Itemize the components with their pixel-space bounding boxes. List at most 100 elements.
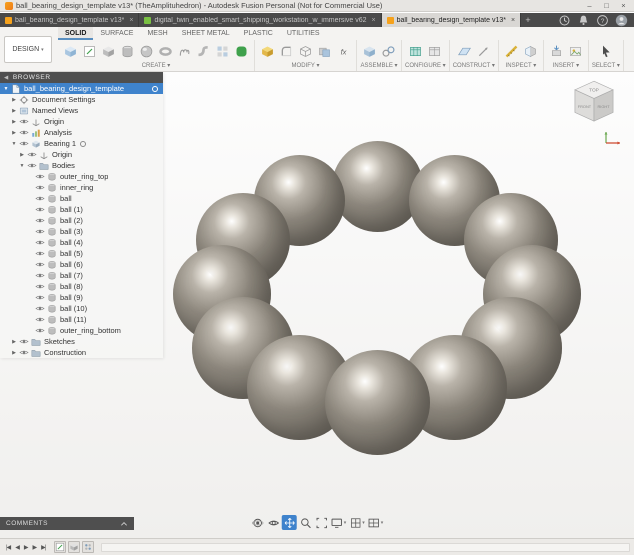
visibility-eye-icon[interactable] (18, 118, 30, 125)
design-dropdown[interactable]: DESIGN ▾ (4, 36, 52, 63)
bearing-ball[interactable] (332, 141, 423, 232)
tree-item-document-settings[interactable]: ▶Document Settings (0, 94, 163, 105)
tree-item-ball-1[interactable]: ball (1) (0, 204, 163, 215)
forms-icon[interactable] (232, 41, 251, 62)
tree-item-analysis[interactable]: ▶Analysis (0, 127, 163, 138)
document-tab[interactable]: ball_bearing_design_template v13*× (382, 13, 521, 27)
step-forward-icon[interactable]: ▶ (30, 541, 38, 554)
close-button[interactable]: × (615, 0, 632, 11)
visibility-eye-icon[interactable] (34, 184, 46, 191)
document-tab[interactable]: digital_twin_enabled_smart_shipping_work… (139, 13, 381, 27)
ribbon-tab-sheet-metal[interactable]: SHEET METAL (175, 27, 237, 40)
expander-icon[interactable]: ▶ (10, 350, 18, 356)
tree-item-ball-2[interactable]: ball (2) (0, 215, 163, 226)
bearing-ball[interactable] (325, 350, 430, 455)
zoom-icon[interactable] (298, 515, 313, 530)
revolve-feature-icon[interactable] (68, 541, 80, 553)
pan-icon[interactable] (282, 515, 297, 530)
ribbon-group-label[interactable]: INSPECT ▾ (506, 62, 537, 71)
tree-item-ball-10[interactable]: ball (10) (0, 303, 163, 314)
look-at-icon[interactable] (266, 515, 281, 530)
axis-icon[interactable] (474, 41, 493, 62)
visibility-eye-icon[interactable] (34, 272, 46, 279)
tree-item-ball-5[interactable]: ball (5) (0, 248, 163, 259)
canvas-icon[interactable] (566, 41, 585, 62)
visibility-eye-icon[interactable] (34, 239, 46, 246)
ribbon-group-label[interactable]: INSERT ▾ (553, 62, 579, 71)
assemble-icon[interactable] (360, 41, 379, 62)
section-icon[interactable] (521, 41, 540, 62)
visibility-eye-icon[interactable] (34, 195, 46, 202)
visibility-eye-icon[interactable] (34, 305, 46, 312)
ribbon-tab-mesh[interactable]: MESH (140, 27, 174, 40)
new-component-icon[interactable] (61, 41, 80, 62)
tree-item-ball-6[interactable]: ball (6) (0, 259, 163, 270)
shell-icon[interactable] (296, 41, 315, 62)
plane-icon[interactable] (455, 41, 474, 62)
tree-item-outer-ring-top[interactable]: outer_ring_top (0, 171, 163, 182)
select-icon[interactable] (596, 41, 615, 62)
tree-item-named-views[interactable]: ▶Named Views (0, 105, 163, 116)
tree-item-ball-7[interactable]: ball (7) (0, 270, 163, 281)
expander-icon[interactable]: ▼ (10, 141, 18, 147)
coil-icon[interactable] (175, 41, 194, 62)
ribbon-tab-plastic[interactable]: PLASTIC (237, 27, 280, 40)
pipe-icon[interactable] (194, 41, 213, 62)
tree-item-bodies[interactable]: ▼Bodies (0, 160, 163, 171)
step-back-icon[interactable]: ◀ (13, 541, 21, 554)
tree-item-inner-ring[interactable]: inner_ring (0, 182, 163, 193)
visibility-eye-icon[interactable] (34, 250, 46, 257)
visibility-eye-icon[interactable] (34, 283, 46, 290)
visibility-eye-icon[interactable] (18, 140, 30, 147)
box-icon[interactable] (99, 41, 118, 62)
visibility-eye-icon[interactable] (34, 206, 46, 213)
tree-item-ball[interactable]: ball (0, 193, 163, 204)
visibility-eye-icon[interactable] (34, 261, 46, 268)
ribbon-tab-solid[interactable]: SOLID (58, 27, 93, 40)
expander-icon[interactable]: ▶ (18, 152, 26, 158)
tree-item-ball-8[interactable]: ball (8) (0, 281, 163, 292)
tree-item-ball-11[interactable]: ball (11) (0, 314, 163, 325)
expander-icon[interactable]: ▶ (10, 108, 18, 114)
tree-item-outer-ring-bottom[interactable]: outer_ring_bottom (0, 325, 163, 336)
visibility-eye-icon[interactable] (34, 173, 46, 180)
minimize-button[interactable]: – (581, 0, 598, 11)
cylinder-icon[interactable] (118, 41, 137, 62)
tree-item-sketches[interactable]: ▶Sketches (0, 336, 163, 347)
torus-icon[interactable] (156, 41, 175, 62)
notification-bell-icon[interactable] (577, 14, 590, 27)
parameters-icon[interactable]: fx (334, 41, 353, 62)
go-to-start-icon[interactable]: |◀ (4, 541, 12, 554)
tree-item-origin[interactable]: ▶Origin (0, 116, 163, 127)
visibility-eye-icon[interactable] (18, 338, 30, 345)
visibility-eye-icon[interactable] (18, 349, 30, 356)
ribbon-tab-surface[interactable]: SURFACE (93, 27, 140, 40)
sketch-feature-icon[interactable] (54, 541, 66, 553)
expand-comments-icon[interactable] (120, 521, 128, 527)
document-tab[interactable]: ball_bearing_design_template v13*× (0, 13, 139, 27)
activate-component-radio[interactable] (80, 141, 86, 147)
collapse-browser-icon[interactable]: ◀ (4, 75, 9, 81)
expander-icon[interactable]: ▶ (10, 130, 18, 136)
expander-icon[interactable]: ▶ (10, 97, 18, 103)
pattern-icon[interactable] (213, 41, 232, 62)
tree-item-bearing-1[interactable]: ▼Bearing 1 (0, 138, 163, 149)
tree-item-ball-9[interactable]: ball (9) (0, 292, 163, 303)
visibility-eye-icon[interactable] (34, 217, 46, 224)
expander-icon[interactable]: ▼ (18, 163, 26, 169)
close-tab-icon[interactable]: × (372, 17, 376, 24)
pattern-feature-icon[interactable] (82, 541, 94, 553)
create-sketch-icon[interactable] (80, 41, 99, 62)
orbit-icon[interactable] (250, 515, 265, 530)
user-avatar[interactable] (615, 14, 628, 27)
visibility-eye-icon[interactable] (26, 151, 38, 158)
config-table-icon[interactable] (425, 41, 444, 62)
close-tab-icon[interactable]: × (129, 17, 133, 24)
ribbon-group-label[interactable]: CONSTRUCT ▾ (453, 62, 495, 71)
tree-item-origin[interactable]: ▶Origin (0, 149, 163, 160)
combine-icon[interactable] (315, 41, 334, 62)
view-cube[interactable]: TOP FRONT RIGHT (568, 76, 620, 128)
visibility-eye-icon[interactable] (34, 228, 46, 235)
expander-icon[interactable]: ▶ (10, 339, 18, 345)
joint-icon[interactable] (379, 41, 398, 62)
